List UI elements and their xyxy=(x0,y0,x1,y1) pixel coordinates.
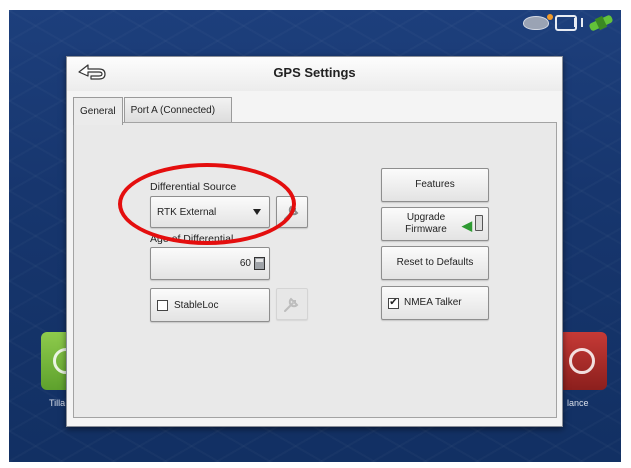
nmea-talker-label: NMEA Talker xyxy=(404,297,462,308)
tab-port-a[interactable]: Port A (Connected) xyxy=(123,97,232,123)
wrench-icon xyxy=(284,205,299,220)
nmea-talker-toggle[interactable]: ✔ NMEA Talker xyxy=(381,286,489,320)
age-of-differential-value: 60 xyxy=(239,258,251,269)
upgrade-firmware-button[interactable]: Upgrade Firmware ◀ xyxy=(381,207,489,241)
general-tab-panel: Differential Source RTK External Age of … xyxy=(73,122,557,418)
satellite-icon[interactable] xyxy=(589,14,615,32)
age-of-differential-label: Age of Differential xyxy=(150,233,234,245)
calculator-icon xyxy=(254,257,265,270)
firmware-upload-icon: ◀ xyxy=(462,215,486,233)
stableloc-label: StableLoc xyxy=(174,299,219,311)
status-bar xyxy=(523,14,615,32)
differential-source-select[interactable]: RTK External xyxy=(150,196,270,228)
dialog-title: GPS Settings xyxy=(273,65,356,80)
nmea-talker-checkbox[interactable]: ✔ xyxy=(388,297,399,309)
stableloc-checkbox[interactable] xyxy=(157,299,168,311)
dropdown-arrow-icon xyxy=(253,209,261,215)
reset-to-defaults-button[interactable]: Reset to Defaults xyxy=(381,246,489,280)
tab-strip: General Port A (Connected) xyxy=(73,97,233,125)
wrench-icon xyxy=(284,297,299,312)
dialog-title-bar: GPS Settings xyxy=(67,57,562,91)
differential-settings-button[interactable] xyxy=(276,196,308,228)
features-button[interactable]: Features xyxy=(381,168,489,202)
receiver-icon[interactable] xyxy=(523,14,553,30)
age-of-differential-field[interactable]: 60 xyxy=(150,247,270,280)
differential-source-value: RTK External xyxy=(157,206,217,218)
gps-settings-dialog: GPS Settings General Port A (Connected) … xyxy=(66,56,563,427)
tillage-app-label: Tilla xyxy=(49,398,66,408)
stableloc-toggle[interactable]: StableLoc xyxy=(150,288,270,322)
steering-wheel-icon xyxy=(569,348,595,374)
guidance-app-tile[interactable] xyxy=(557,332,607,390)
differential-source-label: Differential Source xyxy=(150,181,237,193)
device-icon[interactable] xyxy=(555,15,583,31)
tab-general[interactable]: General xyxy=(73,97,123,125)
guidance-app-label: lance xyxy=(567,398,589,408)
stableloc-settings-button[interactable] xyxy=(276,288,308,320)
upgrade-firmware-label: Upgrade Firmware xyxy=(405,212,447,235)
